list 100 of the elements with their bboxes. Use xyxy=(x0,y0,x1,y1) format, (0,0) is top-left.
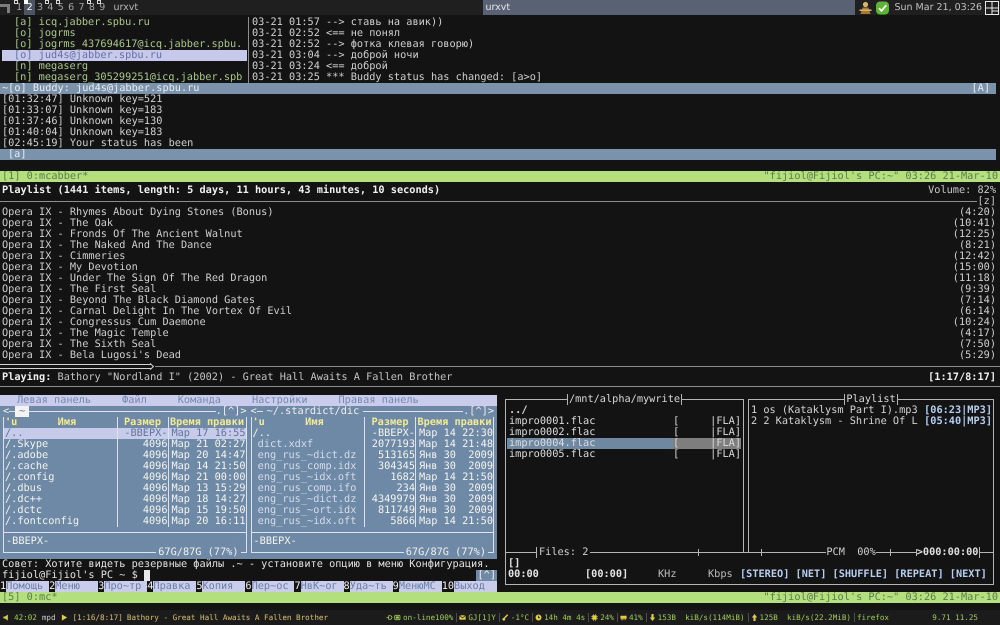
track-title[interactable]: Opera IX - The Magic Temple xyxy=(2,328,169,339)
roster-item[interactable]: [a] icq.jabber.spbu.ru xyxy=(2,17,247,28)
function-key[interactable]: НвК~ог xyxy=(300,581,344,592)
track-title[interactable]: Opera IX - Beyond The Black Diamond Gates xyxy=(2,295,256,306)
roster-item[interactable]: [o] jogrms xyxy=(2,28,247,39)
file-time: [ xyxy=(673,449,680,460)
file-name: /.dc++ xyxy=(4,494,44,505)
speaker-icon xyxy=(3,614,10,621)
screen-window-list: [1] 0:mcabber* xyxy=(2,171,88,182)
function-key[interactable]: Пер~ос xyxy=(252,581,294,592)
tag-button[interactable]: 9 xyxy=(97,0,108,15)
file-row[interactable]: eng_rus_~idx.oft 1682 Мар 14 21:50 xyxy=(252,472,493,483)
file-row[interactable]: /.. -ВВЕРХ- Мар 14 22:30 xyxy=(252,428,493,439)
file-row[interactable]: /.dbus 4096 Мар 13 15:29 xyxy=(4,483,246,494)
file-size: 4096 xyxy=(116,516,168,527)
file-row[interactable]: /.dc++ 4096 Мар 18 14:27 xyxy=(4,494,246,505)
track-title[interactable]: Opera IX - Bela Lugosi's Dead xyxy=(2,350,181,361)
panel-history-button[interactable]: .[^]> xyxy=(463,406,494,417)
file-row[interactable]: eng_rus_comp.idx 304345 Янв 30 2009 xyxy=(252,461,493,472)
file-date: Мар 14 21:48 xyxy=(415,439,493,450)
menu-item[interactable]: Правая панель xyxy=(338,395,419,406)
file-row[interactable]: impro0005.flac [ |FLA] xyxy=(507,449,741,460)
roster-item[interactable]: [n] megaserg xyxy=(2,61,247,72)
file-row[interactable]: impro0002.flac [ |FLA] xyxy=(507,427,741,438)
column-header[interactable]: Имя xyxy=(17,417,116,428)
sort-indicator[interactable]: 'u xyxy=(252,417,265,428)
task-button[interactable]: urxvt xyxy=(483,0,856,15)
history-back-button[interactable]: < xyxy=(250,406,257,417)
track-title[interactable]: Opera IX - The Naked And The Dance xyxy=(2,240,212,251)
playlist-entry[interactable]: 1 os (Kataklysm Part I).mp3 xyxy=(751,405,918,416)
file-size: 4096 xyxy=(116,439,168,450)
file-date: Мар 14 21:50 xyxy=(168,461,246,472)
layout-grid-icon[interactable] xyxy=(985,0,999,14)
file-row[interactable]: eng_rus_~ort.idx 811749 Янв 30 2009 xyxy=(252,505,493,516)
roster-item[interactable]: [n] megaserg_305299251@icq.jabber.spb xyxy=(2,72,247,83)
tag-button[interactable]: 6 xyxy=(66,0,76,15)
menu-item[interactable]: Левая панель xyxy=(17,395,92,406)
sort-indicator[interactable]: 'u xyxy=(5,417,18,428)
tag-button[interactable]: 8 xyxy=(86,0,98,15)
history-button[interactable]: [^] xyxy=(476,570,497,581)
tag-button[interactable]: 4 xyxy=(45,0,56,15)
figure-icon[interactable] xyxy=(858,0,874,14)
function-key[interactable]: Про~тр xyxy=(104,581,148,592)
function-key[interactable]: Правка xyxy=(153,581,196,592)
file-date: Мар 13 15:29 xyxy=(168,483,246,494)
file-row[interactable]: /.cache 4096 Мар 14 21:50 xyxy=(4,461,246,472)
file-format: |FLA] xyxy=(710,449,741,460)
bracket-icon[interactable] xyxy=(0,2,11,13)
column-header[interactable]: Время правки xyxy=(415,417,493,428)
file-row[interactable]: eng_rus_~idx.oft 5866 Мар 14 21:50 xyxy=(252,516,493,527)
file-row[interactable]: /.adobe 4096 Мар 20 14:47 xyxy=(4,450,246,461)
file-row[interactable]: eng_rus_~dict.dz 513165 Янв 30 2009 xyxy=(252,450,493,461)
track-duration: (11:18) xyxy=(952,273,996,284)
playlist-entry[interactable]: 2 2 Kataklysm - Shrine Of L xyxy=(751,416,918,427)
elapsed-time: [1:17/8:17] xyxy=(928,372,996,383)
track-title[interactable]: Opera IX - Under The Sign Of The Red Dragon xyxy=(2,273,268,284)
file-row[interactable]: dict.xdxf 2077193 Мар 14 21:48 xyxy=(252,439,493,450)
tag-button[interactable]: 3 xyxy=(34,0,46,15)
function-key[interactable]: Копия xyxy=(202,581,246,592)
track-title[interactable]: Opera IX - Fronds Of The Ancient Walnut xyxy=(2,229,243,240)
menu-item[interactable]: Файл xyxy=(122,395,147,406)
track-title[interactable]: Opera IX - My Devotion xyxy=(2,262,138,273)
check-icon[interactable] xyxy=(875,0,890,14)
track-title[interactable]: Opera IX - The First Seal xyxy=(2,284,156,295)
roster-item[interactable]: [o] jogrms_437694617@icq.jabber.spbu. xyxy=(2,39,247,50)
file-row[interactable]: eng_rus_~dict.dz 4349979 Янв 30 2009 xyxy=(252,494,493,505)
file-row[interactable]: ../ xyxy=(507,405,741,416)
file-row[interactable]: impro0001.flac [ |FLA] xyxy=(507,416,741,427)
panel-history-button[interactable]: .[^]> xyxy=(216,406,246,417)
column-header[interactable]: Размер xyxy=(364,417,415,428)
track-title[interactable]: Opera IX - The Oak xyxy=(2,218,114,229)
menu-item[interactable]: Настройки xyxy=(252,395,308,406)
function-key[interactable]: МенюMC xyxy=(398,581,442,592)
track-title[interactable]: Opera IX - The Sixth Seal xyxy=(2,339,156,350)
function-key[interactable]: Выход xyxy=(454,581,497,592)
track-title[interactable]: Opera IX - Rhymes About Dying Stones (Bonus) xyxy=(2,207,274,218)
menu-item[interactable]: Команда xyxy=(178,395,221,406)
function-key[interactable]: Меню xyxy=(55,581,98,592)
roster-item[interactable]: [o] jud4s@jabber.spbu.ru xyxy=(2,50,247,61)
tag-button[interactable]: 7 xyxy=(76,0,87,15)
track-title[interactable]: Opera IX - Carnal Delight In The Vortex Of Evil xyxy=(2,306,292,317)
down-arrow-icon xyxy=(648,614,656,621)
tag-button[interactable]: 2 xyxy=(24,0,35,15)
file-row[interactable]: /.Skype 4096 Мар 21 02:27 xyxy=(4,439,246,450)
file-row[interactable]: /.config 4096 Мар 21 00:00 xyxy=(4,472,246,483)
track-title[interactable]: Opera IX - Cimmeries xyxy=(2,251,126,262)
tag-button[interactable]: 1 xyxy=(14,0,24,15)
file-row[interactable]: /.fontconfig 4096 Мар 20 16:11 xyxy=(4,516,246,527)
column-header[interactable]: Имя xyxy=(264,417,364,428)
function-key[interactable]: Помощь xyxy=(6,581,50,592)
file-row[interactable]: /.dctc 4096 Мар 15 19:50 xyxy=(4,505,246,516)
log-line: [01:40:04] Unknown key=183 xyxy=(2,127,164,138)
file-row[interactable]: eng_rus_comp.ifo 234 Янв 30 2009 xyxy=(252,483,493,494)
file-row[interactable]: /.. -ВВЕРХ- Мар 17 16:55 xyxy=(4,428,246,439)
function-key[interactable]: Уда~ть xyxy=(350,581,393,592)
history-back-button[interactable]: < xyxy=(3,406,10,417)
task-button[interactable]: urxvt xyxy=(112,0,484,15)
play-icon[interactable] xyxy=(60,614,68,621)
track-title[interactable]: Opera IX - Congressus Cum Daemone xyxy=(2,317,206,328)
file-row[interactable]: impro0004.flac [ |FLA] xyxy=(507,438,741,449)
